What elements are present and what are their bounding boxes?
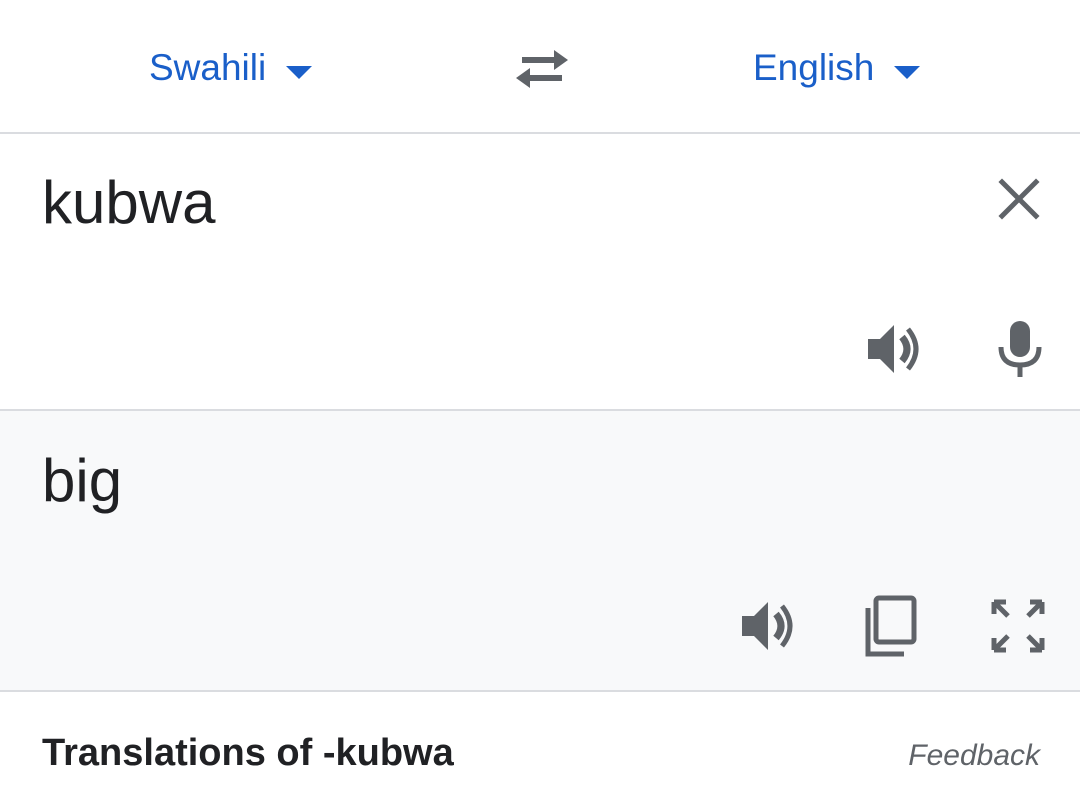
source-listen-button[interactable] — [862, 317, 926, 381]
speaker-icon — [742, 602, 793, 650]
source-language-label: Swahili — [149, 47, 267, 88]
close-icon — [998, 178, 1040, 220]
copy-icon — [865, 595, 917, 657]
translations-heading: Translations of -kubwa — [42, 732, 454, 774]
copy-translation-button[interactable] — [860, 594, 924, 658]
source-input-area[interactable]: kubwa — [0, 134, 1080, 411]
output-listen-button[interactable] — [736, 594, 800, 658]
feedback-link[interactable]: Feedback — [908, 739, 1040, 773]
caret-down-icon — [894, 47, 921, 89]
source-text[interactable]: kubwa — [42, 168, 215, 237]
caret-down-icon — [286, 47, 313, 89]
swap-arrows-icon — [516, 50, 568, 88]
translation-output-area: big — [0, 411, 1080, 692]
fullscreen-button[interactable] — [986, 594, 1050, 658]
target-language-selector[interactable]: English — [753, 42, 921, 94]
translated-text: big — [42, 447, 123, 514]
swap-languages-button[interactable] — [512, 44, 572, 94]
microphone-icon — [998, 321, 1042, 377]
voice-input-button[interactable] — [988, 317, 1052, 381]
fullscreen-icon — [991, 599, 1045, 653]
language-bar: Swahili English — [0, 0, 1080, 134]
clear-input-button[interactable] — [994, 174, 1044, 224]
target-language-label: English — [753, 47, 875, 88]
speaker-icon — [868, 325, 919, 373]
source-language-selector[interactable]: Swahili — [149, 42, 313, 94]
